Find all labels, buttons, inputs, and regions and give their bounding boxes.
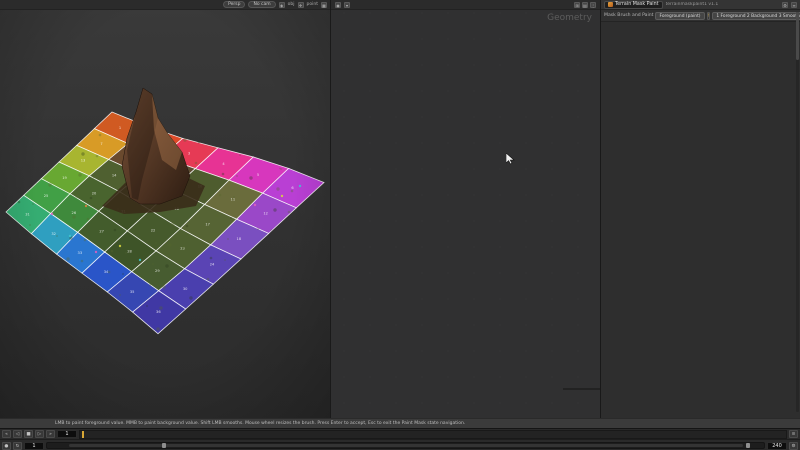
range-start-field[interactable]: 1: [24, 441, 44, 450]
select-mode-icon[interactable]: ✛: [297, 1, 304, 8]
svg-text:25: 25: [44, 194, 49, 198]
snap-icon[interactable]: ◈: [278, 1, 285, 8]
paint-mode-button[interactable]: Foreground (paint): [655, 11, 705, 20]
scene-viewport[interactable]: Persp No cam ◈ obj ✛ point ▦ 12345678910…: [0, 0, 330, 418]
network-context-label: Geometry: [547, 13, 592, 23]
stop-button[interactable]: ■: [24, 430, 33, 438]
jump-end-button[interactable]: »: [46, 430, 55, 438]
svg-text:14: 14: [112, 174, 117, 178]
grid-view-icon[interactable]: ⊞: [574, 1, 580, 8]
playbar: « ◁ ■ ▷ » 1 ≡ ● ↻ 1 240 ⚙: [0, 428, 800, 450]
svg-text:36: 36: [156, 310, 161, 314]
svg-text:32: 32: [51, 232, 56, 236]
range-end-field[interactable]: 240: [767, 441, 787, 450]
network-wires: [331, 0, 600, 418]
frame-range-bar[interactable]: [68, 444, 743, 447]
parameter-pane: Terrain Mask Paint terrainmaskpaint1 v1.…: [600, 0, 800, 418]
playbar-range-row: ● ↻ 1 240 ⚙: [0, 440, 800, 450]
svg-text:5: 5: [257, 173, 259, 177]
mouse-cursor: [506, 153, 515, 165]
list-view-icon[interactable]: ▤: [582, 1, 588, 8]
snap-mode-label: obj: [287, 2, 295, 7]
svg-text:20: 20: [92, 192, 97, 196]
svg-text:3: 3: [188, 151, 190, 155]
svg-text:29: 29: [155, 269, 160, 273]
param-menu-icon[interactable]: ≡: [791, 1, 797, 8]
net-menu-icon[interactable]: ⋮: [590, 1, 596, 8]
svg-text:35: 35: [130, 290, 135, 294]
svg-text:18: 18: [237, 237, 242, 241]
svg-text:12: 12: [263, 211, 268, 215]
node-instance-name: terrainmaskpaint1 v1.1: [665, 2, 719, 7]
range-right-grip[interactable]: [745, 443, 750, 448]
frame-range-slider[interactable]: [46, 442, 765, 449]
play-forward-button[interactable]: ▷: [35, 430, 44, 438]
node-type-pill[interactable]: Terrain Mask Paint: [604, 0, 663, 9]
svg-text:31: 31: [25, 213, 30, 217]
loop-mode-icon[interactable]: ↻: [13, 441, 22, 450]
hint-text: LMB to paint foreground value. MMB to pa…: [55, 421, 466, 426]
select-mode-label: point: [306, 2, 318, 7]
camera-persp-button[interactable]: Persp: [223, 1, 246, 8]
param-scrollbar[interactable]: [796, 12, 799, 412]
network-toolbar: ◉ ▾ ⊞ ▤ ⋮: [331, 0, 600, 10]
viewport-toolbar: Persp No cam ◈ obj ✛ point ▦: [0, 0, 330, 10]
play-reverse-button[interactable]: ◁: [13, 430, 22, 438]
viewport-hint-bar: LMB to paint foreground value. MMB to pa…: [0, 418, 800, 428]
terrain-render: 1234567891011121314151617181920212223242…: [5, 87, 325, 335]
param-gear-icon[interactable]: ⚙: [782, 1, 788, 8]
svg-text:33: 33: [78, 251, 83, 255]
playbar-options-icon[interactable]: ⚙: [789, 441, 798, 450]
svg-text:19: 19: [62, 176, 67, 180]
svg-text:22: 22: [151, 228, 156, 232]
frame-ruler[interactable]: [79, 429, 787, 439]
svg-text:13: 13: [81, 159, 86, 163]
param-title-row: Terrain Mask Paint terrainmaskpaint1 v1.…: [601, 0, 800, 10]
range-left-grip[interactable]: [161, 443, 166, 448]
node-type-icon: [608, 2, 613, 7]
pin-icon[interactable]: ◉: [335, 1, 341, 8]
svg-text:11: 11: [231, 198, 236, 202]
playbar-ruler-row: « ◁ ■ ▷ » 1 ≡: [0, 429, 800, 440]
svg-text:17: 17: [205, 223, 210, 227]
path-dropdown-icon[interactable]: ▾: [344, 1, 350, 8]
svg-text:7: 7: [100, 142, 102, 146]
svg-text:1: 1: [119, 126, 121, 130]
playbar-menu-icon[interactable]: ≡: [789, 430, 798, 438]
current-frame-field[interactable]: 1: [57, 430, 77, 438]
realtime-toggle-icon[interactable]: ●: [2, 441, 11, 450]
node-color-palette[interactable]: [563, 388, 600, 390]
action-row-label: Mask Brush and Paint: [604, 13, 654, 18]
svg-text:26: 26: [72, 211, 77, 215]
viewport-layout-icon[interactable]: ▦: [321, 1, 327, 8]
svg-text:27: 27: [99, 230, 104, 234]
svg-text:28: 28: [127, 249, 132, 253]
houdini-window: Persp No cam ◈ obj ✛ point ▦ 12345678910…: [0, 0, 800, 450]
svg-text:24: 24: [210, 263, 215, 267]
svg-text:30: 30: [183, 287, 188, 291]
jump-start-button[interactable]: «: [2, 430, 11, 438]
param-scrollbar-handle[interactable]: [796, 12, 799, 60]
stroke-tool-icon[interactable]: !: [706, 11, 711, 20]
node-type-title: Terrain Mask Paint: [615, 2, 659, 7]
paint-actions-button[interactable]: 1 Foreground 2 Background 3 Smooth: [712, 11, 800, 20]
camera-select-button[interactable]: No cam: [248, 1, 276, 8]
param-action-row: Mask Brush and Paint Foreground (paint) …: [601, 10, 800, 22]
network-editor[interactable]: ◉ ▾ ⊞ ▤ ⋮ Geometry: [330, 0, 600, 418]
playhead-marker[interactable]: [82, 430, 84, 438]
